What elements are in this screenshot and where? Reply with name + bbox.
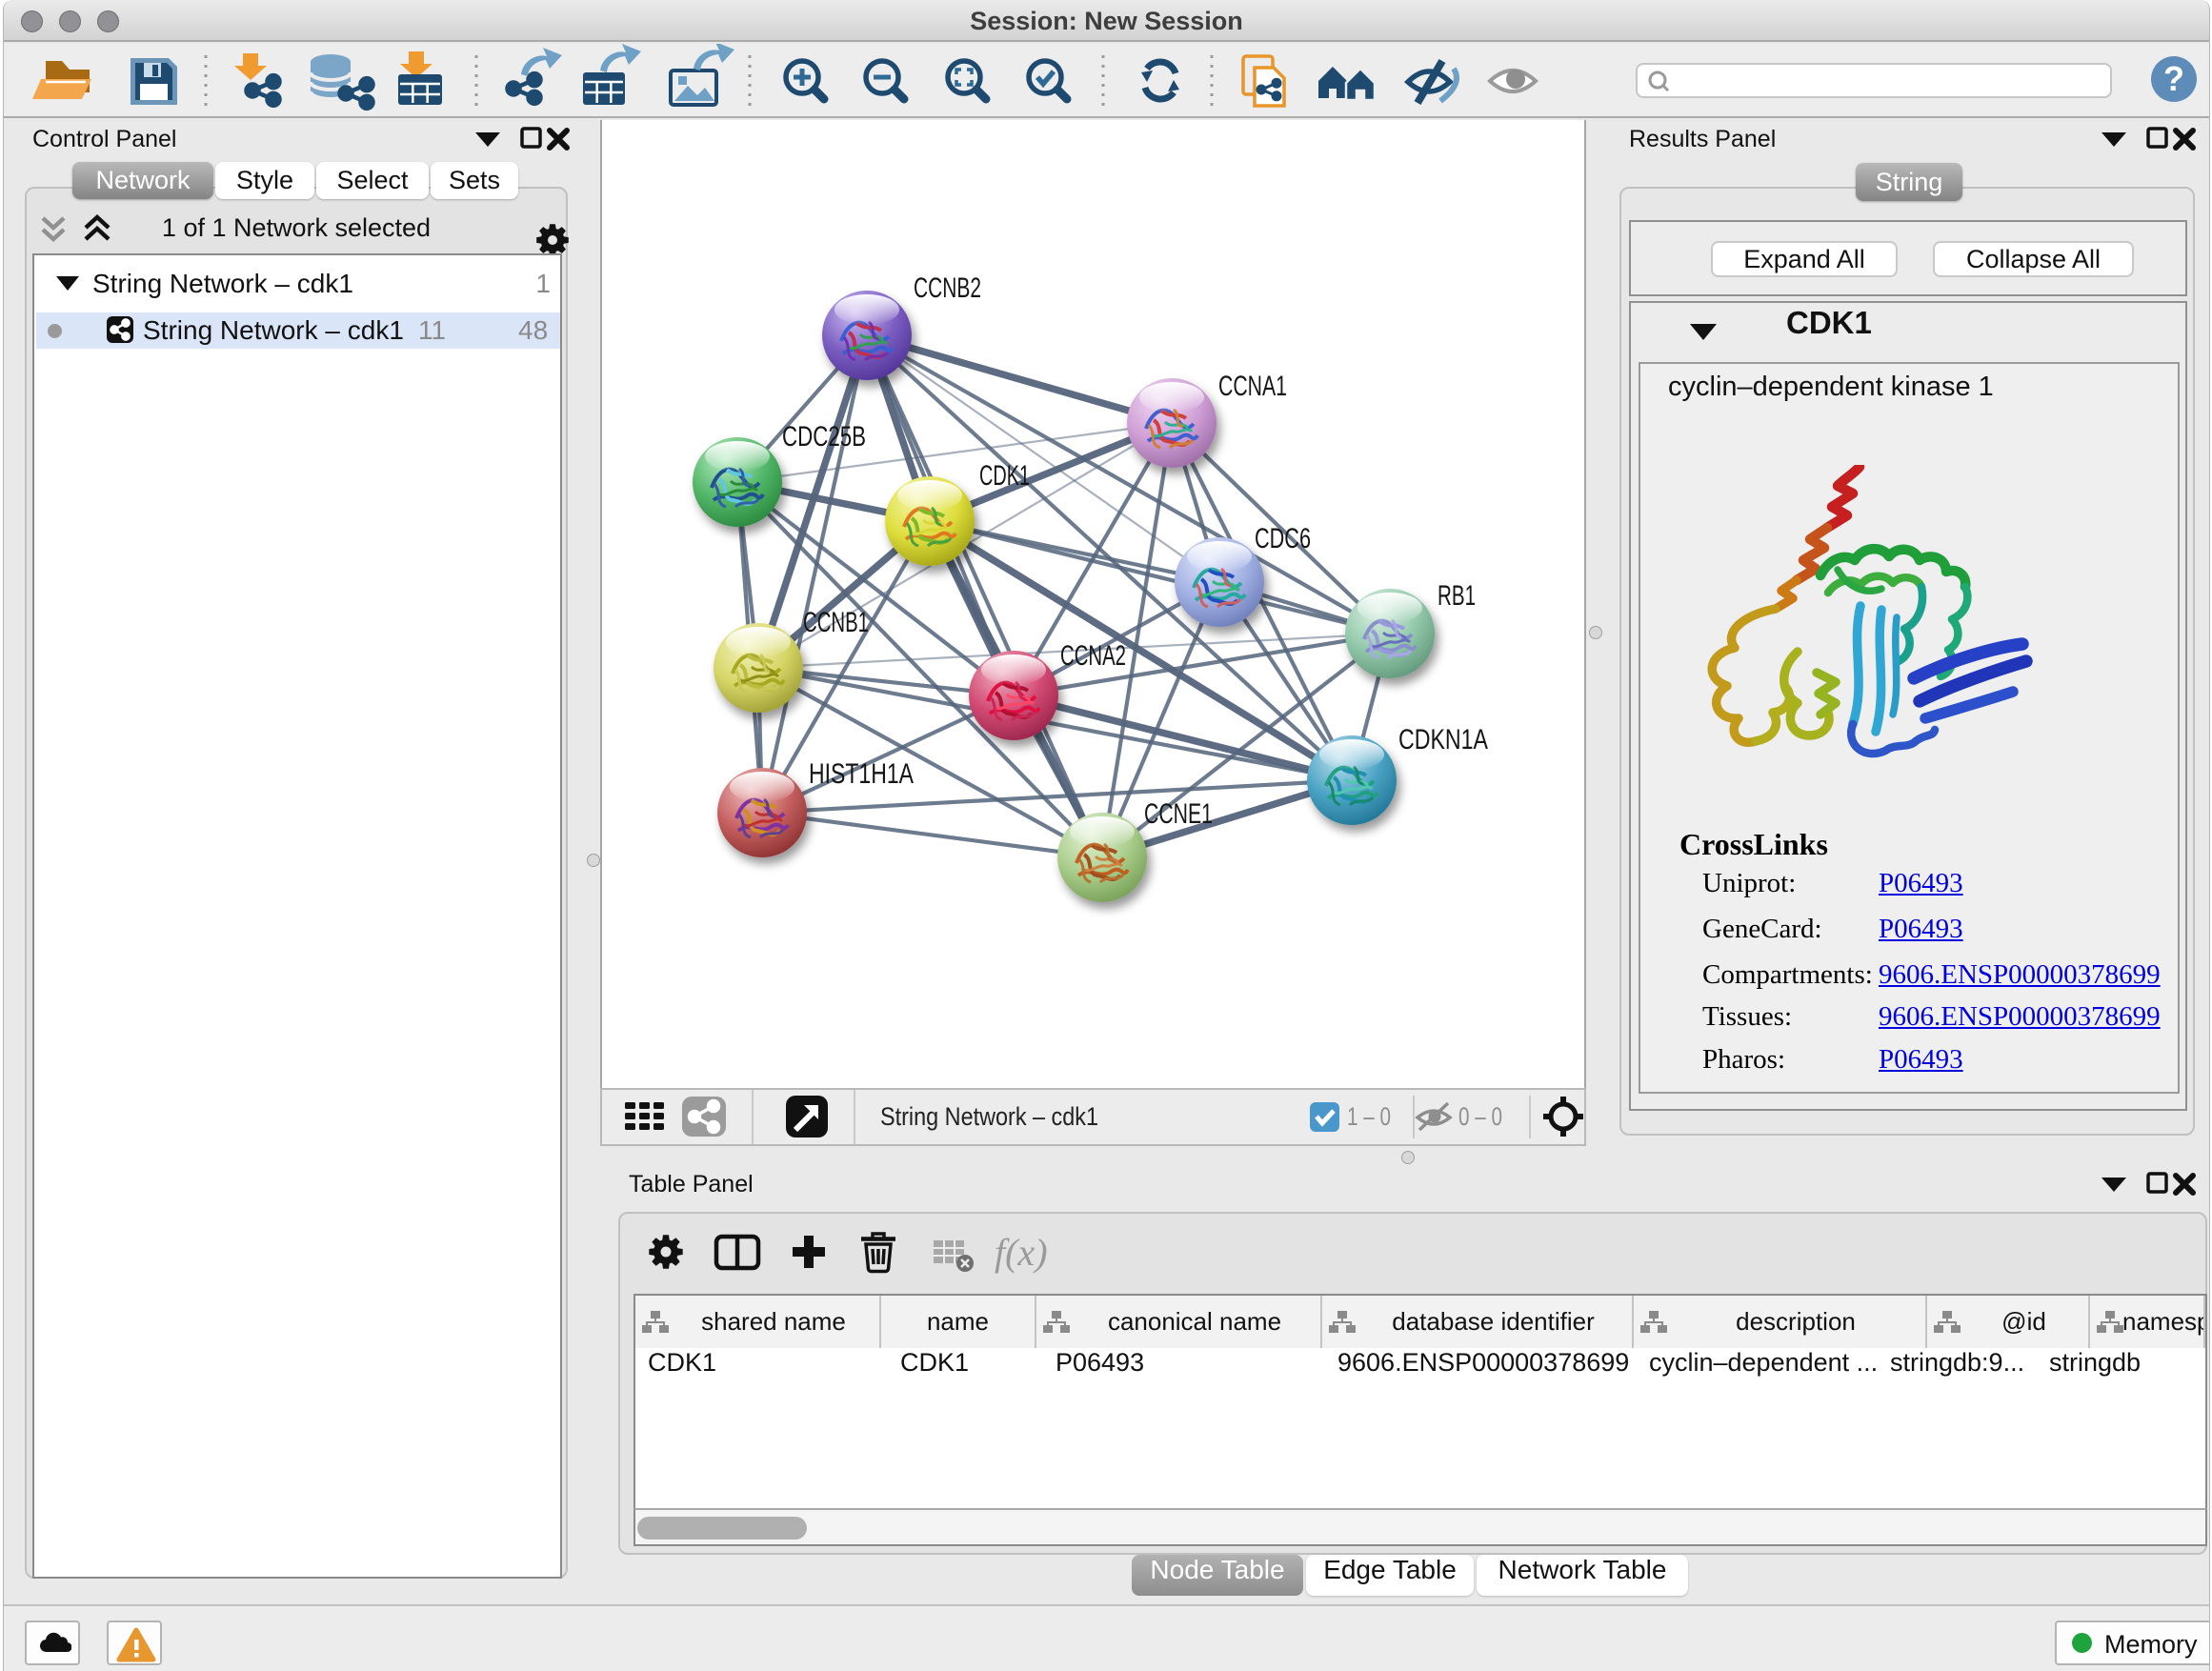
svg-text:HIST1H1A: HIST1H1A — [809, 758, 914, 790]
svg-text:CCNA1: CCNA1 — [1218, 371, 1287, 402]
svg-text:CDC6: CDC6 — [1255, 523, 1311, 554]
svg-text:CDC25B: CDC25B — [782, 421, 866, 453]
svg-text:CCNB1: CCNB1 — [803, 607, 869, 638]
svg-text:RB1: RB1 — [1438, 580, 1476, 612]
svg-text:CDKN1A: CDKN1A — [1398, 724, 1488, 755]
svg-text:CCNE1: CCNE1 — [1144, 798, 1213, 830]
svg-text:String Network – cdk1: String Network – cdk1 — [880, 1102, 1098, 1131]
svg-text:1 – 0: 1 – 0 — [1347, 1102, 1391, 1131]
svg-text:CDK1: CDK1 — [979, 460, 1030, 492]
svg-text:CCNA2: CCNA2 — [1060, 640, 1126, 672]
svg-text:CCNB2: CCNB2 — [914, 272, 981, 304]
svg-text:f(x): f(x) — [995, 1231, 1048, 1274]
svg-text:0 – 0: 0 – 0 — [1458, 1102, 1502, 1131]
